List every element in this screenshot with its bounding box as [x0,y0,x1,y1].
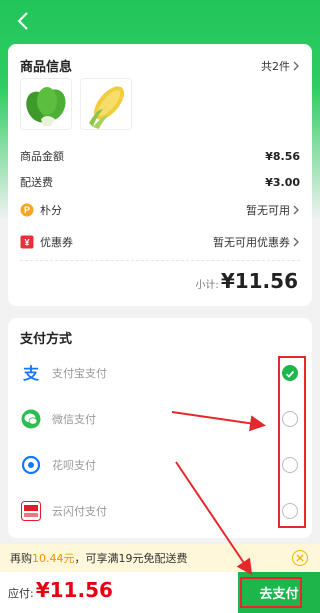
annotation-arrows [171,411,266,576]
arrow-to-pay-button [175,461,253,576]
arrow-to-radios [171,411,266,432]
